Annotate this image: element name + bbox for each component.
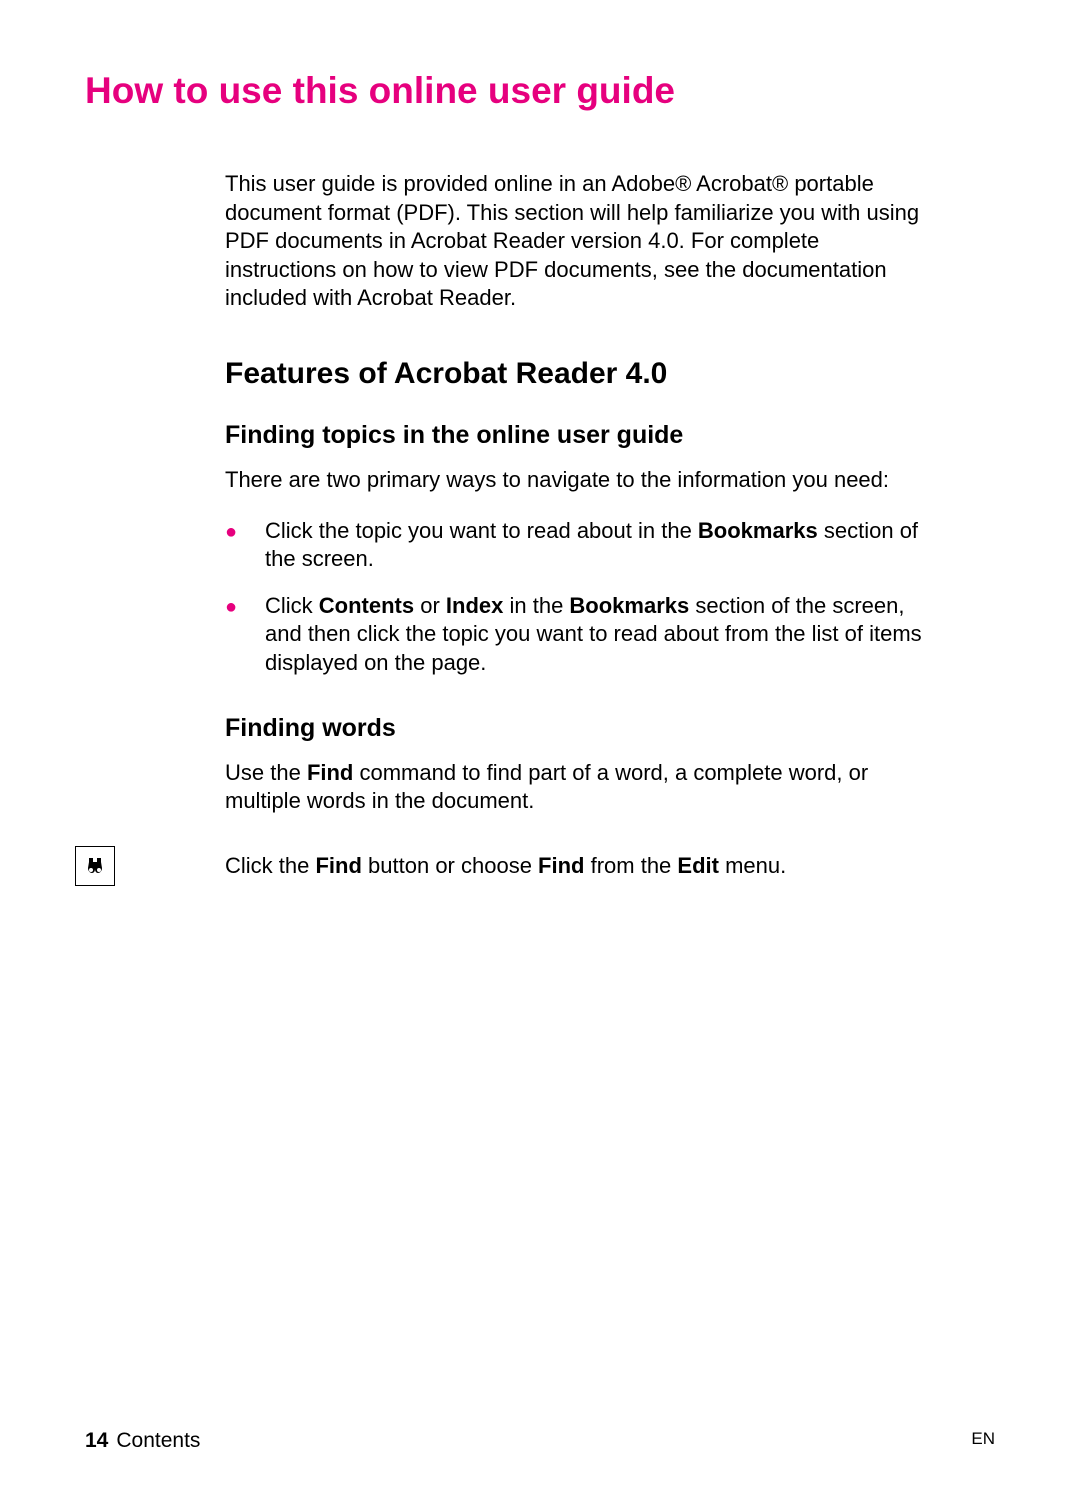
- bold-index: Index: [446, 593, 503, 618]
- bullet-text: or: [414, 593, 446, 618]
- finding-topics-intro: There are two primary ways to navigate t…: [225, 466, 935, 495]
- find-instruction-text: Click the Find button or choose Find fro…: [225, 846, 786, 881]
- text-segment: button or choose: [362, 853, 538, 878]
- list-item: Click the topic you want to read about i…: [225, 517, 935, 574]
- bold-bookmarks: Bookmarks: [698, 518, 818, 543]
- text-segment: menu.: [719, 853, 786, 878]
- footer-language: EN: [971, 1429, 995, 1453]
- footer-left: 14 Contents: [85, 1429, 200, 1453]
- page-title: How to use this online user guide: [85, 70, 995, 112]
- page-number: 14: [85, 1429, 108, 1452]
- list-item: Click Contents or Index in the Bookmarks…: [225, 592, 935, 678]
- bullet-text: Click: [265, 593, 319, 618]
- finding-topics-list: Click the topic you want to read about i…: [225, 517, 935, 678]
- footer-section-label: Contents: [116, 1429, 200, 1452]
- finding-words-text: Use the Find command to find part of a w…: [225, 759, 935, 816]
- bold-find: Find: [307, 760, 353, 785]
- bullet-text: Click the topic you want to read about i…: [265, 518, 698, 543]
- subsection-heading-finding-words: Finding words: [225, 714, 935, 743]
- bold-contents: Contents: [319, 593, 414, 618]
- bold-bookmarks: Bookmarks: [569, 593, 689, 618]
- intro-paragraph: This user guide is provided online in an…: [225, 170, 935, 313]
- section-heading-features: Features of Acrobat Reader 4.0: [225, 357, 935, 391]
- text-segment: from the: [584, 853, 677, 878]
- bold-find: Find: [538, 853, 584, 878]
- binoculars-icon: [75, 846, 115, 886]
- text-segment: Click the: [225, 853, 315, 878]
- bold-edit: Edit: [677, 853, 719, 878]
- page-footer: 14 Contents EN: [85, 1429, 995, 1453]
- bullet-text: in the: [503, 593, 569, 618]
- text-segment: Use the: [225, 760, 307, 785]
- subsection-heading-finding-topics: Finding topics in the online user guide: [225, 421, 935, 450]
- bold-find: Find: [315, 853, 361, 878]
